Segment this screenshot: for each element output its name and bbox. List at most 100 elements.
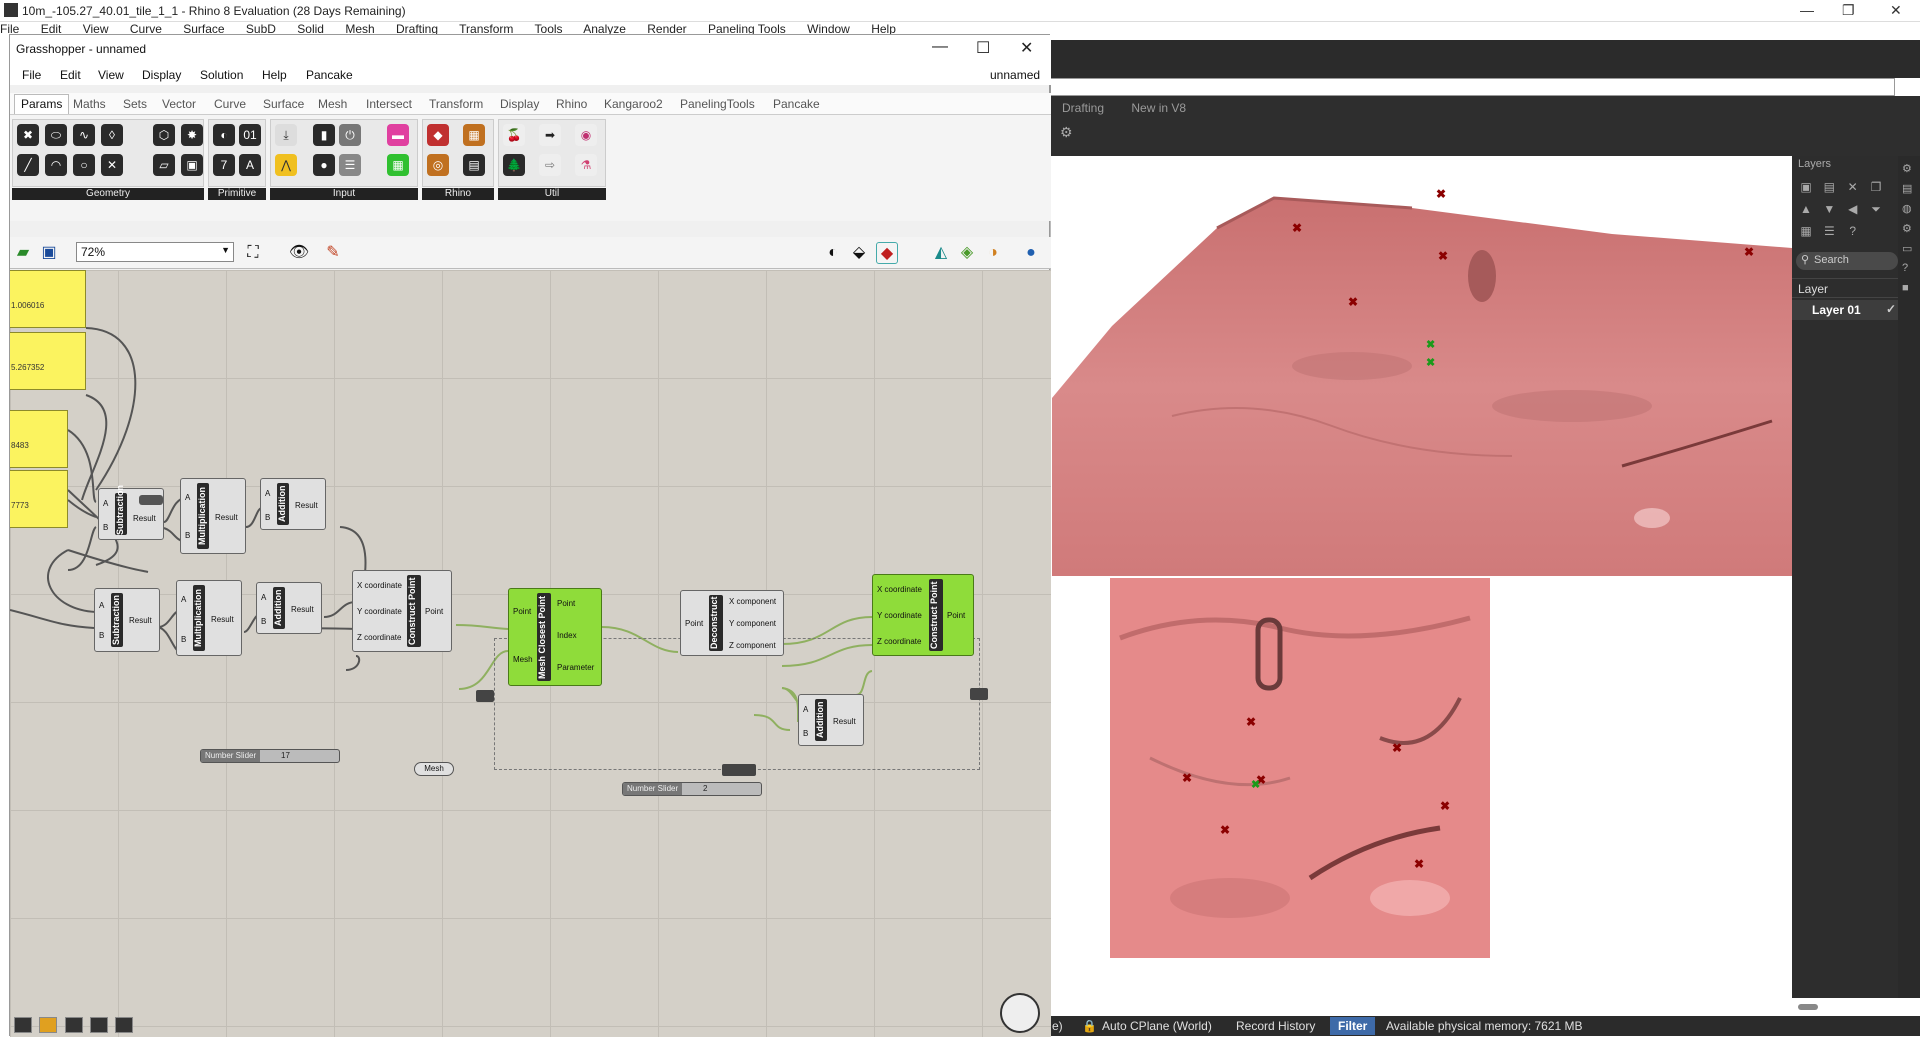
open-file-icon[interactable]: ▰ [12, 242, 34, 264]
ribbon-label-rhino[interactable]: Rhino [422, 188, 494, 200]
surface-param-icon[interactable]: ◊ [101, 124, 123, 146]
circle-param-icon[interactable]: ○ [73, 154, 95, 176]
properties-tab-icon[interactable]: ⚙ [1902, 222, 1916, 236]
preview-mesh-icon[interactable]: ◭ [930, 242, 952, 264]
panel-value[interactable]: 8483 [10, 410, 68, 468]
move-to-parent-icon[interactable]: ◀ [1845, 202, 1861, 218]
status-filter[interactable]: Filter [1330, 1017, 1376, 1035]
tab-kangaroo2[interactable]: Kangaroo2 [604, 97, 663, 111]
tab-vector[interactable]: Vector [162, 97, 196, 111]
tab-new-in-v8[interactable]: New in V8 [1131, 101, 1186, 115]
list-view-icon[interactable]: ☰ [1821, 224, 1837, 240]
document-preview-icon[interactable]: ● [1020, 242, 1042, 264]
plane-param-icon[interactable]: ▱ [153, 154, 175, 176]
subtraction-component[interactable]: A B Subtraction Result [94, 588, 160, 652]
gh-menu-solution[interactable]: Solution [200, 68, 243, 82]
zui-buttons-icon[interactable] [476, 690, 494, 702]
move-up-icon[interactable]: ▲ [1798, 202, 1814, 218]
gh-canvas[interactable]: 1.006016 5.267352 8483 7773 A B Subtract… [10, 270, 1051, 1037]
tab-intersect[interactable]: Intersect [366, 97, 412, 111]
canvas-tool-icon[interactable] [64, 1017, 83, 1033]
fitness-landscape-icon[interactable]: 🌲 [503, 154, 525, 176]
preview-off-icon[interactable]: ◐ [822, 242, 844, 264]
help-icon[interactable]: ? [1845, 224, 1861, 240]
restore-icon[interactable]: ❐ [1842, 2, 1855, 19]
box-param-icon[interactable]: ✖ [17, 124, 39, 146]
layer-row[interactable]: Layer 01 ✓ [1792, 300, 1900, 320]
boolean-param-icon[interactable]: ◐ [213, 124, 235, 146]
construct-point-component[interactable]: X coordinate Y coordinate Z coordinate C… [352, 570, 452, 652]
addition-component[interactable]: A B Addition Result [260, 478, 326, 530]
preview-wireframe-icon[interactable]: ⬙ [848, 242, 870, 264]
preview-eye-icon[interactable]: 👁 [288, 242, 310, 264]
rhino-command-line[interactable] [1050, 78, 1895, 96]
canvas-tool-icon[interactable] [39, 1017, 58, 1033]
rhino-object-icon[interactable]: ◆ [427, 124, 449, 146]
duplicate-layer-icon[interactable]: ❐ [1868, 180, 1884, 196]
boolean-toggle-icon[interactable]: ⏻ [339, 124, 361, 146]
zoom-extents-icon[interactable]: ⛶ [242, 242, 264, 264]
brep-param-icon[interactable]: ⬭ [45, 124, 67, 146]
addition-component[interactable]: A B Addition Result [256, 582, 322, 634]
canvas-navigation-widget-icon[interactable] [1000, 993, 1040, 1033]
tab-mesh[interactable]: Mesh [318, 97, 347, 111]
zui-buttons-icon[interactable] [722, 764, 756, 776]
arc-param-icon[interactable]: ◠ [45, 154, 67, 176]
tab-pancake[interactable]: Pancake [773, 97, 820, 111]
ribbon-label-primitive[interactable]: Primitive [208, 188, 266, 200]
gh-menu-view[interactable]: View [98, 68, 124, 82]
filter-icon[interactable]: ⏷ [1868, 202, 1884, 218]
canvas-tool-icon[interactable] [90, 1017, 109, 1033]
tab-rhino[interactable]: Rhino [556, 97, 587, 111]
mesh-face-param-icon[interactable]: ✸ [181, 124, 203, 146]
gradient-icon[interactable]: ▦ [387, 154, 409, 176]
gh-menu-pancake[interactable]: Pancake [306, 68, 353, 82]
import-icon[interactable]: ⤓ [275, 124, 297, 146]
point-param-icon[interactable]: ✕ [101, 154, 123, 176]
minimize-icon[interactable]: — [1800, 2, 1814, 18]
value-list-icon[interactable]: ☰ [339, 154, 361, 176]
integer-param-icon[interactable]: 01 [239, 124, 261, 146]
status-cplane[interactable]: Auto CPlane (World) [1102, 1019, 1212, 1033]
delete-layer-icon[interactable]: ✕ [1845, 180, 1861, 196]
grid-view-icon[interactable]: ▦ [1798, 224, 1814, 240]
colour-swatch-icon[interactable]: ▬ [387, 124, 409, 146]
control-knob-icon[interactable]: ● [313, 154, 335, 176]
subtraction-component[interactable]: A B Subtraction Result [98, 485, 164, 540]
tab-surface[interactable]: Surface [263, 97, 304, 111]
top-viewport[interactable]: ✖ ✖ ✖ ✖ ✖ ✖ ✖ ✖ [1110, 578, 1490, 958]
data-dam-icon[interactable]: ◉ [575, 124, 597, 146]
curve-param-icon[interactable]: ∿ [73, 124, 95, 146]
geometry-pipeline-icon[interactable]: ▦ [463, 124, 485, 146]
viewport-settings-icon[interactable]: ⚙ [1060, 124, 1073, 141]
tab-panelingtools[interactable]: PanelingTools [680, 97, 755, 111]
hollow-arrow-icon[interactable]: ⇨ [539, 154, 561, 176]
panel-settings-icon[interactable]: ⚙ [1902, 162, 1916, 176]
tab-sets[interactable]: Sets [123, 97, 147, 111]
graph-mapper-icon[interactable]: ⋀ [275, 154, 297, 176]
ribbon-label-input[interactable]: Input [270, 188, 418, 200]
layers-search-input[interactable]: ⚲ Search [1796, 252, 1898, 270]
panel-value[interactable]: 1.006016 [10, 270, 86, 328]
tab-curve[interactable]: Curve [214, 97, 246, 111]
help-tab-icon[interactable]: ? [1902, 262, 1916, 276]
tab-transform[interactable]: Transform [429, 97, 483, 111]
tab-maths[interactable]: Maths [73, 97, 106, 111]
ribbon-label-geometry[interactable]: Geometry [12, 188, 204, 200]
text-param-icon[interactable]: A [239, 154, 261, 176]
tab-display[interactable]: Display [500, 97, 539, 111]
addition-component[interactable]: A B Addition Result [798, 694, 864, 746]
preview-material-icon[interactable]: ◑ [982, 242, 1004, 264]
gh-menu-edit[interactable]: Edit [60, 68, 81, 82]
zoom-select[interactable]: 72% ▼ [76, 242, 234, 262]
construct-point-component[interactable]: X coordinate Y coordinate Z coordinate C… [872, 574, 974, 656]
named-views-tab-icon[interactable]: ■ [1902, 282, 1916, 296]
gh-close-icon[interactable]: ✕ [1020, 38, 1033, 58]
layer-table-icon[interactable]: ▤ [463, 154, 485, 176]
number-slider[interactable]: Number Slider 2 [622, 782, 762, 796]
tab-drafting[interactable]: Drafting [1062, 101, 1104, 115]
gh-minimize-icon[interactable]: — [932, 38, 948, 56]
gh-menu-file[interactable]: File [22, 68, 41, 82]
deconstruct-component[interactable]: Point Deconstruct X component Y componen… [680, 590, 784, 656]
gh-menu-help[interactable]: Help [262, 68, 287, 82]
